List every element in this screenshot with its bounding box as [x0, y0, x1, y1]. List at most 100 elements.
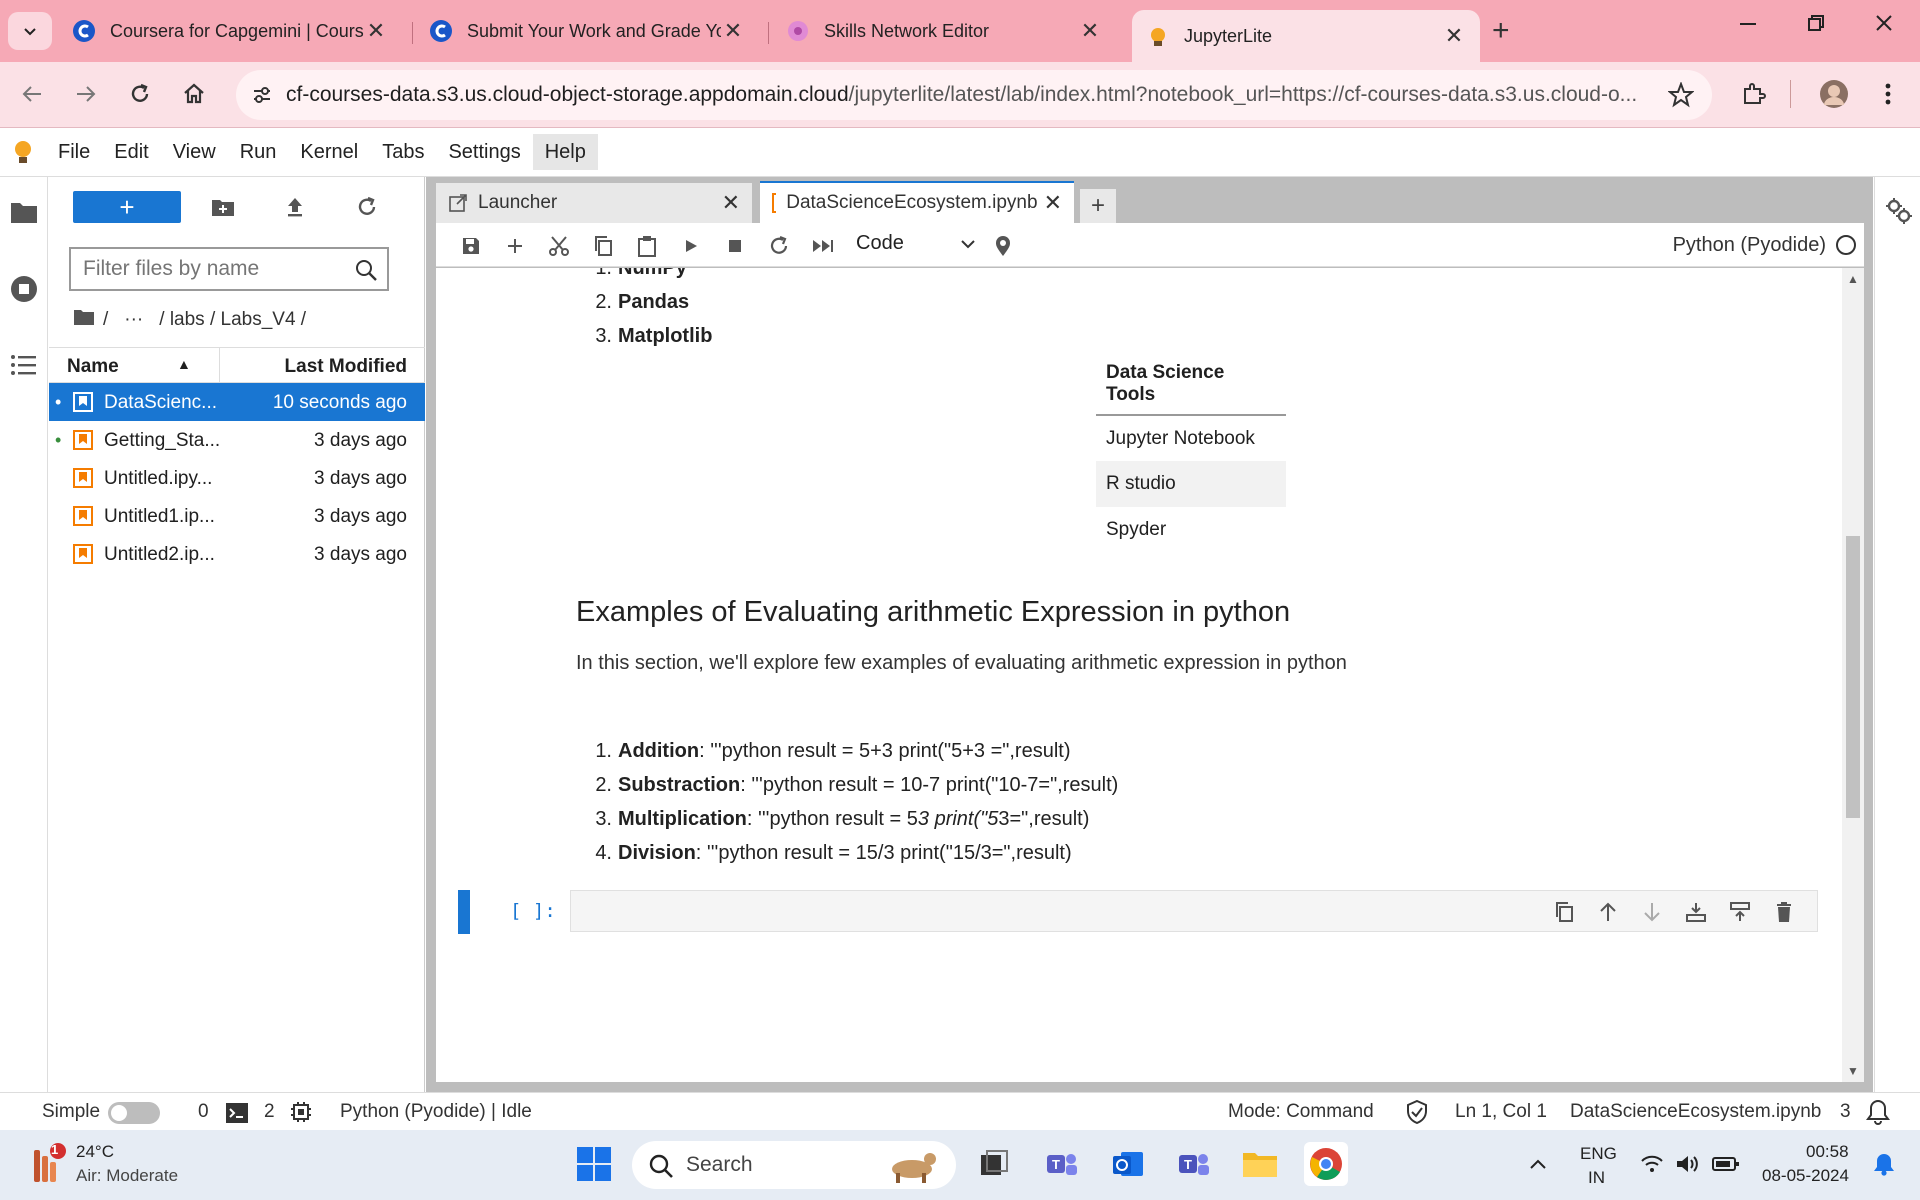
scrollbar-thumb[interactable] — [1846, 536, 1860, 818]
clock-date[interactable]: 08-05-2024 — [1762, 1166, 1849, 1186]
taskbar-search[interactable]: Search — [632, 1141, 956, 1189]
close-icon[interactable]: ✕ — [1078, 18, 1102, 44]
notification-count[interactable]: 3 — [1840, 1101, 1851, 1123]
kernel-chip-icon[interactable] — [290, 1101, 312, 1129]
markdown-cell-examples[interactable]: 1. Addition: '''python result = 5+3 print… — [576, 734, 1118, 870]
breadcrumb-path[interactable]: / labs / Labs_V4 / — [159, 309, 306, 331]
kernel-name-button[interactable]: Python (Pyodide) — [1673, 234, 1826, 257]
notification-bell-icon[interactable] — [1866, 1099, 1890, 1131]
close-icon[interactable]: ✕ — [364, 18, 388, 44]
bookmark-star-icon[interactable] — [1667, 81, 1695, 114]
browser-tab-skills-network[interactable]: Skills Network Editor ✕ — [772, 10, 1116, 52]
close-icon[interactable]: ✕ — [721, 18, 745, 44]
duplicate-cell-icon[interactable] — [1551, 899, 1577, 925]
markdown-cell-libraries[interactable]: 1. NumPy 2. Pandas 3. Matplotlib — [576, 268, 712, 353]
run-all-icon[interactable] — [810, 233, 836, 259]
browser-tab-coursera[interactable]: Coursera for Capgemini | Cours ✕ — [58, 10, 402, 52]
language-indicator-bottom[interactable]: IN — [1588, 1168, 1605, 1188]
clock-time[interactable]: 00:58 — [1806, 1142, 1849, 1162]
task-view-icon[interactable] — [972, 1142, 1016, 1186]
kernel-count[interactable]: 2 — [264, 1101, 275, 1123]
extensions-icon[interactable] — [1736, 76, 1772, 112]
menu-run[interactable]: Run — [228, 134, 289, 170]
insert-below-icon[interactable] — [1727, 899, 1753, 925]
window-close-icon[interactable] — [1874, 12, 1894, 40]
cell-type-dropdown[interactable]: Code — [856, 232, 976, 255]
teams-icon[interactable]: T — [1172, 1142, 1216, 1186]
tab-search-button[interactable] — [8, 12, 52, 50]
show-hidden-icons-icon[interactable] — [1516, 1142, 1560, 1186]
simple-mode-toggle[interactable] — [108, 1102, 160, 1124]
windows-start-icon[interactable] — [572, 1142, 616, 1186]
file-row[interactable]: Untitled1.ip... 3 days ago — [49, 497, 425, 535]
site-info-icon[interactable] — [248, 81, 276, 109]
doc-tab-notebook[interactable]: DataScienceEcosystem.ipynb ✕ — [760, 181, 1074, 223]
breadcrumb-ellipsis[interactable]: ··· — [124, 309, 143, 331]
file-filter-input[interactable]: Filter files by name — [69, 247, 389, 291]
menu-kernel[interactable]: Kernel — [288, 134, 370, 170]
file-row[interactable]: Untitled2.ip... 3 days ago — [49, 535, 425, 573]
battery-icon[interactable] — [1704, 1142, 1748, 1186]
column-name-header[interactable]: Name — [67, 356, 119, 378]
doc-tab-launcher[interactable]: Launcher ✕ — [436, 183, 752, 223]
profile-avatar[interactable] — [1816, 76, 1852, 112]
insert-cell-icon[interactable] — [502, 233, 528, 259]
refresh-icon[interactable] — [353, 193, 381, 221]
insert-above-icon[interactable] — [1683, 899, 1709, 925]
menu-help[interactable]: Help — [532, 134, 598, 170]
scroll-up-icon[interactable]: ▲ — [1847, 272, 1859, 286]
restore-icon[interactable] — [1806, 12, 1826, 40]
file-row[interactable]: • DataScienc... 10 seconds ago — [49, 383, 425, 421]
delete-cell-icon[interactable] — [1771, 899, 1797, 925]
folder-icon[interactable] — [10, 199, 38, 227]
terminal-count[interactable]: 0 — [198, 1101, 209, 1123]
notification-center-icon[interactable] — [1862, 1142, 1906, 1186]
address-bar[interactable]: cf-courses-data.s3.us.cloud-object-stora… — [236, 70, 1712, 120]
menu-view[interactable]: View — [161, 134, 228, 170]
new-tab-button[interactable]: + — [1492, 14, 1510, 48]
minimize-icon[interactable] — [1738, 12, 1758, 40]
debugger-icon[interactable] — [990, 233, 1016, 259]
browser-tab-jupyterlite[interactable]: JupyterLite ✕ — [1132, 10, 1480, 62]
close-icon[interactable]: ✕ — [1044, 190, 1062, 216]
running-sessions-icon[interactable] — [10, 275, 38, 303]
weather-temp[interactable]: 24°C — [76, 1142, 114, 1162]
paste-icon[interactable] — [634, 233, 660, 259]
cut-icon[interactable] — [546, 233, 572, 259]
save-icon[interactable] — [458, 233, 484, 259]
terminal-icon[interactable] — [226, 1103, 248, 1129]
property-inspector-icon[interactable] — [1885, 197, 1913, 230]
home-folder-icon[interactable] — [73, 308, 95, 332]
menu-tabs[interactable]: Tabs — [370, 134, 436, 170]
interrupt-kernel-icon[interactable] — [722, 233, 748, 259]
menu-settings[interactable]: Settings — [436, 134, 532, 170]
move-down-icon[interactable] — [1639, 899, 1665, 925]
new-doc-tab-button[interactable]: + — [1080, 189, 1116, 223]
upload-icon[interactable] — [281, 193, 309, 221]
weather-icon[interactable] — [28, 1142, 68, 1191]
close-icon[interactable]: ✕ — [1442, 23, 1466, 49]
move-up-icon[interactable] — [1595, 899, 1621, 925]
file-explorer-icon[interactable] — [1238, 1142, 1282, 1186]
new-folder-icon[interactable] — [209, 193, 237, 221]
run-cell-icon[interactable] — [678, 233, 704, 259]
forward-icon[interactable] — [68, 76, 104, 112]
file-row[interactable]: Untitled.ipy... 3 days ago — [49, 459, 425, 497]
command-mode-text[interactable]: Mode: Command — [1228, 1101, 1374, 1123]
notebook-scrollbar[interactable]: ▲ ▼ — [1842, 268, 1864, 1082]
scroll-down-icon[interactable]: ▼ — [1847, 1064, 1859, 1078]
code-editor[interactable] — [570, 890, 1818, 932]
outlook-icon[interactable] — [1106, 1142, 1150, 1186]
browser-tab-submit-work[interactable]: Submit Your Work and Grade Yo ✕ — [415, 10, 759, 52]
copy-icon[interactable] — [590, 233, 616, 259]
cursor-position[interactable]: Ln 1, Col 1 — [1455, 1101, 1547, 1123]
kernel-status-text[interactable]: Python (Pyodide) | Idle — [340, 1101, 532, 1123]
restart-kernel-icon[interactable] — [766, 233, 792, 259]
chrome-icon[interactable] — [1304, 1142, 1348, 1186]
new-launcher-button[interactable]: + — [73, 191, 181, 223]
back-icon[interactable] — [14, 76, 50, 112]
file-row[interactable]: • Getting_Sta... 3 days ago — [49, 421, 425, 459]
browser-menu-icon[interactable] — [1870, 76, 1906, 112]
sort-ascending-icon[interactable]: ▲ — [177, 356, 191, 372]
home-icon[interactable] — [176, 76, 212, 112]
